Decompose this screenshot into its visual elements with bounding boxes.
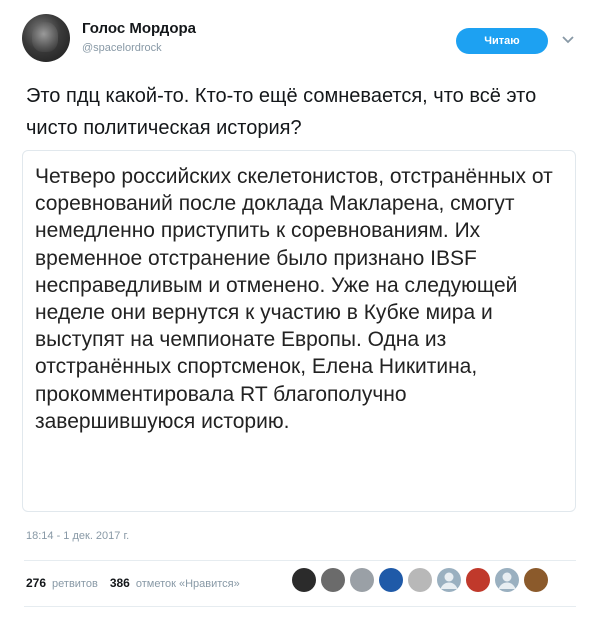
author-name[interactable]: Голос Мордора [82, 20, 196, 37]
tweet-text: Это пдц какой-то. Кто-то ещё сомневается… [26, 85, 537, 139]
tweet-timestamp[interactable]: 18:14 - 1 дек. 2017 г. [26, 530, 129, 542]
avatar-light-icon[interactable] [408, 568, 432, 592]
liker-avatars [292, 568, 548, 596]
avatar-dark-icon[interactable] [292, 568, 316, 592]
author-avatar[interactable] [22, 14, 70, 62]
avatar-blue-icon[interactable] [379, 568, 403, 592]
likes-count[interactable]: 386 [110, 576, 130, 590]
avatar-default-icon[interactable] [437, 568, 461, 592]
avatar-default-icon[interactable] [495, 568, 519, 592]
chevron-down-icon[interactable] [556, 28, 580, 52]
follow-button[interactable]: Читаю [456, 28, 548, 54]
author-handle[interactable]: @spacelordrock [82, 42, 162, 54]
retweets-label[interactable]: ретвитов [52, 578, 98, 590]
avatar-sketch-icon[interactable] [350, 568, 374, 592]
avatar-red-icon[interactable] [466, 568, 490, 592]
tweet-stats: 276 ретвитов 386 отметок «Нравится» [26, 576, 246, 590]
avatar-brown-icon[interactable] [524, 568, 548, 592]
retweets-count[interactable]: 276 [26, 576, 46, 590]
divider [24, 606, 576, 607]
likes-label[interactable]: отметок «Нравится» [136, 578, 240, 590]
tweet-header: Голос Мордора @spacelordrock Читаю [16, 8, 584, 64]
quote-text: Четверо российских скелетонистов, отстра… [35, 165, 553, 433]
divider [24, 560, 576, 561]
avatar-grey-icon[interactable] [321, 568, 345, 592]
quote-card: Четверо российских скелетонистов, отстра… [22, 150, 576, 512]
